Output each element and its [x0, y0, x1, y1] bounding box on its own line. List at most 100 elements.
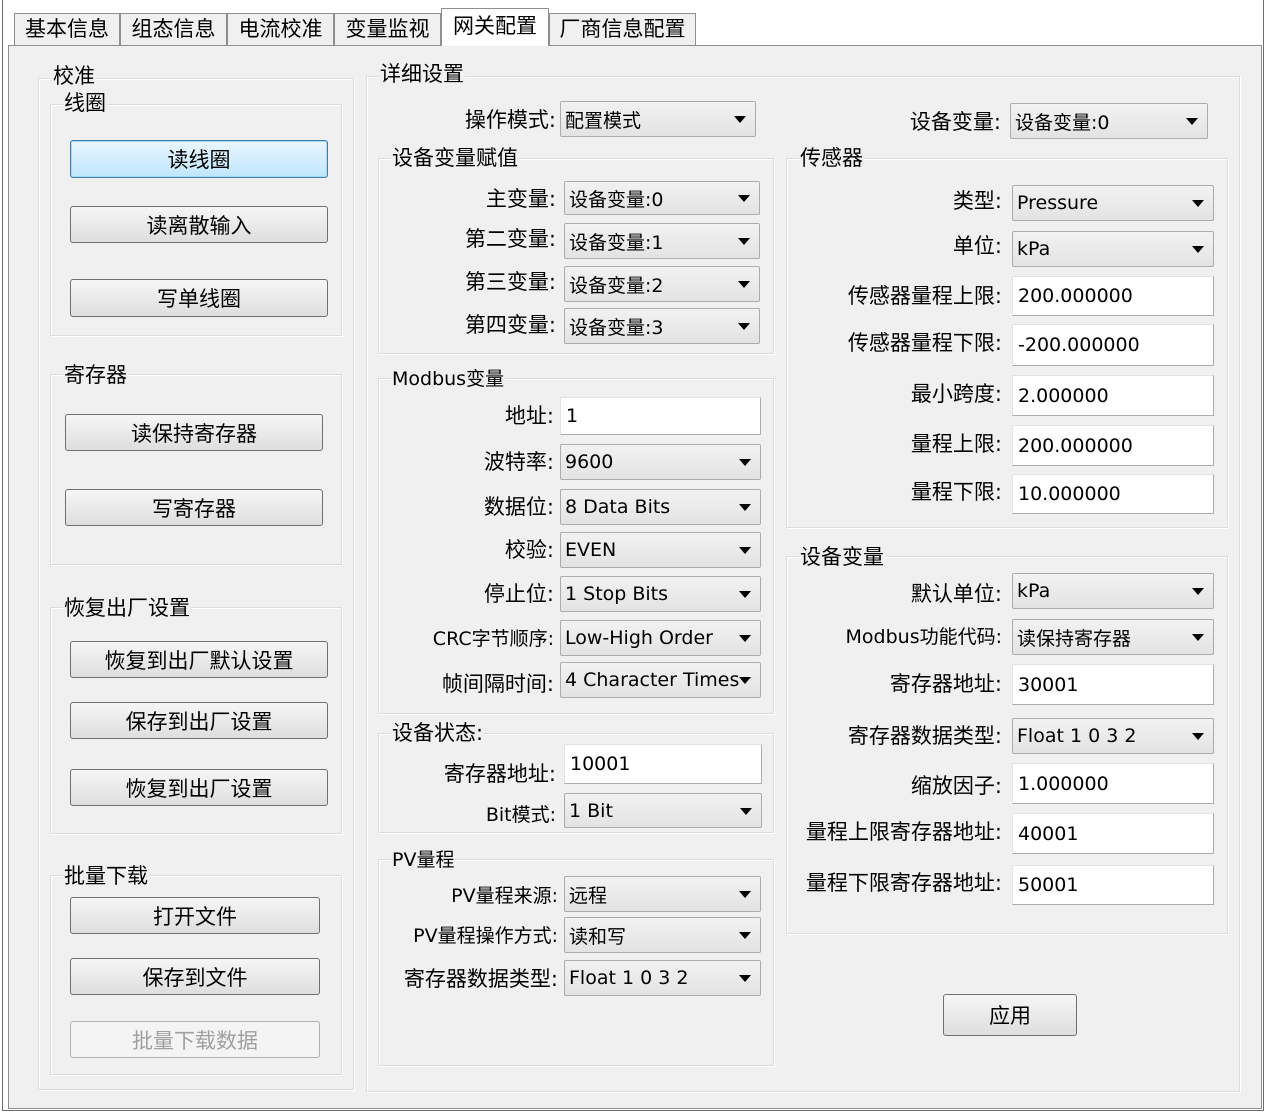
devvar-dtype-value: Float 1 0 3 2: [1017, 725, 1137, 747]
baud-value: 9600: [565, 451, 614, 473]
bit-mode-select[interactable]: 1 Bit: [564, 793, 762, 828]
factory-reset-title: 恢复出厂设置: [63, 596, 191, 620]
open-file-button[interactable]: 打开文件: [70, 897, 320, 934]
device-var-select[interactable]: 设备变量:0: [1010, 103, 1208, 139]
devvar-reg-addr-label: 寄存器地址:: [889, 672, 1002, 696]
tab-gateway-config[interactable]: 网关配置: [441, 8, 549, 46]
tab-config-info[interactable]: 组态信息: [120, 13, 227, 45]
crc-order-label: CRC字节顺序:: [432, 628, 554, 650]
fourth-var-value: 设备变量:3: [569, 316, 664, 339]
chevron-down-icon: [739, 591, 751, 598]
sensor-type-label: 类型:: [952, 189, 1002, 213]
sensor-title: 传感器: [799, 146, 864, 170]
databits-value: 8 Data Bits: [565, 496, 671, 518]
bit-mode-value: 1 Bit: [569, 799, 613, 822]
restore-to-factory-button[interactable]: 恢复到出厂设置: [70, 769, 328, 806]
batch-download-title: 批量下载: [63, 864, 149, 888]
tab-basic-info[interactable]: 基本信息: [14, 13, 120, 45]
batch-download-data-button[interactable]: 批量下载数据: [70, 1021, 320, 1058]
frame-interval-select[interactable]: 4 Character Times: [560, 662, 761, 698]
third-var-value: 设备变量:2: [569, 274, 664, 297]
sensor-unit-select[interactable]: kPa: [1012, 231, 1214, 267]
stopbits-select[interactable]: 1 Stop Bits: [560, 576, 761, 612]
modbus-func-label: Modbus功能代码:: [845, 626, 1002, 648]
min-span-field[interactable]: 2.000000: [1012, 375, 1214, 416]
op-mode-select[interactable]: 配置模式: [560, 101, 756, 137]
parity-label: 校验:: [504, 538, 554, 562]
primary-var-label: 主变量:: [485, 187, 556, 211]
status-reg-addr-field[interactable]: 10001: [564, 744, 762, 784]
modbus-func-value: 读保持寄存器: [1017, 627, 1132, 650]
chevron-down-icon: [739, 891, 751, 898]
calibration-title: 校准: [52, 64, 96, 88]
devvar-dtype-select[interactable]: Float 1 0 3 2: [1012, 718, 1214, 754]
pv-op-mode-select[interactable]: 读和写: [564, 917, 761, 953]
pv-source-select[interactable]: 远程: [564, 876, 761, 912]
write-single-coil-button[interactable]: 写单线圈: [70, 279, 328, 317]
device-var-label: 设备变量:: [909, 110, 1001, 134]
range-upper-label: 量程上限:: [910, 432, 1002, 456]
chevron-down-icon: [739, 677, 751, 684]
range-upper-field[interactable]: 200.000000: [1012, 425, 1214, 466]
tab-vendor-info[interactable]: 厂商信息配置: [549, 13, 696, 45]
sensor-type-select[interactable]: Pressure: [1012, 185, 1214, 221]
min-span-label: 最小跨度:: [910, 382, 1002, 406]
baud-label: 波特率:: [483, 450, 554, 474]
devvar-reg-addr-field[interactable]: 30001: [1012, 664, 1214, 705]
read-holding-register-button[interactable]: 读保持寄存器: [65, 414, 323, 451]
modbus-var-title: Modbus变量: [391, 367, 506, 391]
write-register-button[interactable]: 写寄存器: [65, 489, 323, 526]
crc-order-select[interactable]: Low-High Order: [560, 620, 761, 656]
pv-dtype-value: Float 1 0 3 2: [569, 967, 689, 989]
range-upper-addr-field[interactable]: 40001: [1012, 813, 1214, 854]
coil-title: 线圈: [63, 91, 107, 115]
devvar-dtype-label: 寄存器数据类型:: [847, 724, 1002, 748]
tab-current-calibration[interactable]: 电流校准: [227, 13, 334, 45]
sensor-unit-label: 单位:: [952, 234, 1002, 258]
device-var-title: 设备变量: [799, 545, 885, 569]
third-var-select[interactable]: 设备变量:2: [564, 266, 760, 302]
restore-factory-default-button[interactable]: 恢复到出厂默认设置: [70, 641, 328, 678]
pv-op-mode-value: 读和写: [569, 925, 627, 948]
sensor-lower-field[interactable]: -200.000000: [1012, 324, 1214, 366]
frame-interval-label: 帧间隔时间:: [441, 672, 554, 696]
range-lower-field[interactable]: 10.000000: [1012, 474, 1214, 514]
register-title: 寄存器: [63, 363, 128, 387]
save-to-file-button[interactable]: 保存到文件: [70, 958, 320, 995]
chevron-down-icon: [1192, 588, 1204, 595]
range-lower-addr-field[interactable]: 50001: [1012, 865, 1214, 905]
parity-select[interactable]: EVEN: [560, 532, 761, 568]
primary-var-select[interactable]: 设备变量:0: [564, 181, 760, 215]
range-lower-label: 量程下限:: [910, 480, 1002, 504]
read-coil-button[interactable]: 读线圈: [70, 140, 328, 178]
chevron-down-icon: [1192, 200, 1204, 207]
chevron-down-icon: [734, 116, 746, 123]
pv-dtype-label: 寄存器数据类型:: [403, 967, 558, 991]
stopbits-value: 1 Stop Bits: [565, 583, 669, 605]
chevron-down-icon: [1192, 634, 1204, 641]
default-unit-select[interactable]: kPa: [1012, 573, 1214, 609]
chevron-down-icon: [739, 975, 751, 982]
address-field[interactable]: 1: [560, 397, 761, 435]
modbus-func-select[interactable]: 读保持寄存器: [1012, 619, 1214, 655]
tab-variable-monitor[interactable]: 变量监视: [334, 13, 441, 45]
pv-source-value: 远程: [569, 884, 608, 907]
pv-source-label: PV量程来源:: [451, 885, 558, 907]
range-lower-addr-label: 量程下限寄存器地址:: [805, 871, 1002, 895]
sensor-upper-field[interactable]: 200.000000: [1012, 276, 1214, 316]
second-var-value: 设备变量:1: [569, 231, 664, 254]
chevron-down-icon: [1186, 118, 1198, 125]
read-discrete-input-button[interactable]: 读离散输入: [70, 206, 328, 243]
apply-button[interactable]: 应用: [943, 994, 1077, 1036]
chevron-down-icon: [739, 635, 751, 642]
op-mode-value: 配置模式: [565, 109, 642, 132]
third-var-label: 第三变量:: [464, 270, 556, 294]
second-var-select[interactable]: 设备变量:1: [564, 223, 760, 259]
fourth-var-select[interactable]: 设备变量:3: [564, 308, 760, 344]
scale-factor-field[interactable]: 1.000000: [1012, 763, 1214, 804]
save-to-factory-button[interactable]: 保存到出厂设置: [70, 702, 328, 739]
range-upper-addr-label: 量程上限寄存器地址:: [805, 820, 1002, 844]
baud-select[interactable]: 9600: [560, 444, 761, 480]
databits-select[interactable]: 8 Data Bits: [560, 489, 761, 525]
pv-dtype-select[interactable]: Float 1 0 3 2: [564, 960, 761, 996]
